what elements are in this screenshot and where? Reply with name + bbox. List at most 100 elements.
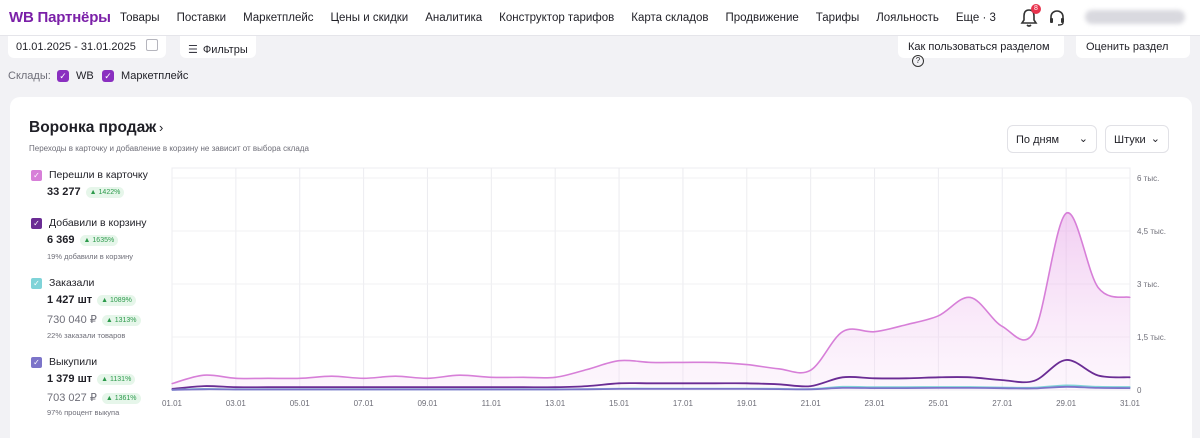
data-point: [810, 385, 812, 387]
data-point: [490, 386, 492, 388]
data-point: [682, 382, 684, 384]
x-tick-label: 03.01: [226, 399, 247, 408]
data-point: [331, 388, 333, 391]
data-point: [1001, 379, 1003, 381]
data-point: [331, 375, 333, 377]
x-tick-label: 15.01: [609, 399, 630, 408]
y-tick-label: 3 тыс.: [1137, 280, 1159, 289]
x-tick-label: 11.01: [482, 399, 502, 408]
x-tick-label: 13.01: [545, 399, 566, 408]
x-tick-label: 27.01: [992, 399, 1013, 408]
x-tick-label: 21.01: [801, 399, 822, 408]
data-point: [842, 387, 844, 389]
data-point: [522, 386, 524, 388]
data-point: [682, 361, 684, 364]
data-point: [746, 388, 748, 390]
x-tick-label: 01.01: [162, 399, 183, 408]
data-point: [873, 377, 876, 379]
data-point: [363, 388, 365, 391]
data-point: [1129, 376, 1131, 378]
y-tick-label: 4,5 тыс.: [1137, 227, 1166, 236]
data-point: [394, 388, 397, 391]
data-point: [937, 315, 940, 317]
data-point: [394, 375, 397, 377]
data-point: [1001, 325, 1003, 327]
data-point: [873, 331, 876, 333]
data-point: [873, 387, 876, 389]
data-point: [714, 361, 716, 364]
data-point: [1065, 359, 1067, 361]
data-point: [969, 387, 971, 389]
data-point: [969, 376, 971, 378]
data-point: [618, 382, 620, 384]
data-point: [1065, 212, 1067, 214]
x-tick-label: 23.01: [865, 399, 886, 408]
data-point: [778, 383, 780, 385]
data-point: [905, 387, 908, 389]
data-point: [1097, 286, 1099, 289]
funnel-chart[interactable]: 0 1,5 тыс. 3 тыс. 4,5 тыс. 6 тыс. 01.01 03.01 0…: [0, 0, 1200, 438]
data-point: [650, 388, 652, 390]
data-point: [650, 382, 652, 384]
x-tick-label: 05.01: [290, 399, 311, 408]
data-point: [1033, 387, 1035, 390]
data-point: [203, 374, 205, 376]
data-point: [905, 377, 908, 379]
data-point: [810, 388, 812, 390]
x-tick-label: 31.01: [1120, 399, 1141, 408]
data-point: [586, 368, 588, 371]
data-point: [586, 388, 588, 390]
data-point: [746, 363, 748, 366]
data-point: [778, 388, 780, 390]
data-point: [746, 382, 748, 384]
data-point: [1097, 374, 1099, 377]
data-point: [426, 377, 429, 379]
y-tick-label: 6 тыс.: [1137, 174, 1159, 183]
data-point: [618, 360, 620, 362]
data-point: [363, 377, 365, 379]
data-point: [171, 389, 173, 391]
data-point: [426, 388, 429, 391]
data-point: [458, 374, 460, 376]
data-point: [458, 386, 460, 388]
data-point: [650, 361, 652, 364]
data-point: [554, 376, 556, 378]
data-point: [299, 388, 301, 391]
data-point: [235, 377, 237, 379]
data-point: [331, 386, 333, 388]
x-tick-label: 25.01: [928, 399, 949, 408]
data-point: [235, 386, 237, 388]
data-point: [203, 385, 205, 387]
y-tick-label: 1,5 тыс.: [1137, 333, 1166, 342]
data-point: [458, 388, 460, 391]
x-tick-label: 29.01: [1056, 399, 1077, 408]
y-tick-label: 0: [1137, 386, 1142, 395]
data-point: [905, 324, 908, 326]
x-tick-label: 07.01: [354, 399, 375, 408]
data-point: [394, 386, 397, 388]
data-point: [937, 376, 940, 378]
data-point: [714, 382, 716, 384]
data-point: [299, 377, 301, 379]
data-point: [778, 368, 780, 370]
data-point: [842, 331, 844, 333]
x-tick-label: 09.01: [417, 399, 438, 408]
data-point: [171, 383, 173, 385]
data-point: [1033, 380, 1035, 382]
data-point: [842, 376, 844, 378]
data-point: [618, 388, 620, 390]
series-area-0: [172, 212, 1130, 390]
data-point: [363, 386, 365, 388]
data-point: [586, 385, 588, 387]
data-point: [1033, 331, 1035, 333]
data-point: [490, 376, 492, 378]
data-point: [1129, 387, 1131, 389]
data-point: [937, 387, 940, 389]
data-point: [203, 388, 205, 390]
x-tick-label: 17.01: [673, 399, 694, 408]
data-point: [554, 386, 556, 388]
data-point: [426, 386, 429, 388]
data-point: [1097, 387, 1099, 389]
x-tick-label: 19.01: [737, 399, 758, 408]
data-point: [1065, 384, 1067, 387]
